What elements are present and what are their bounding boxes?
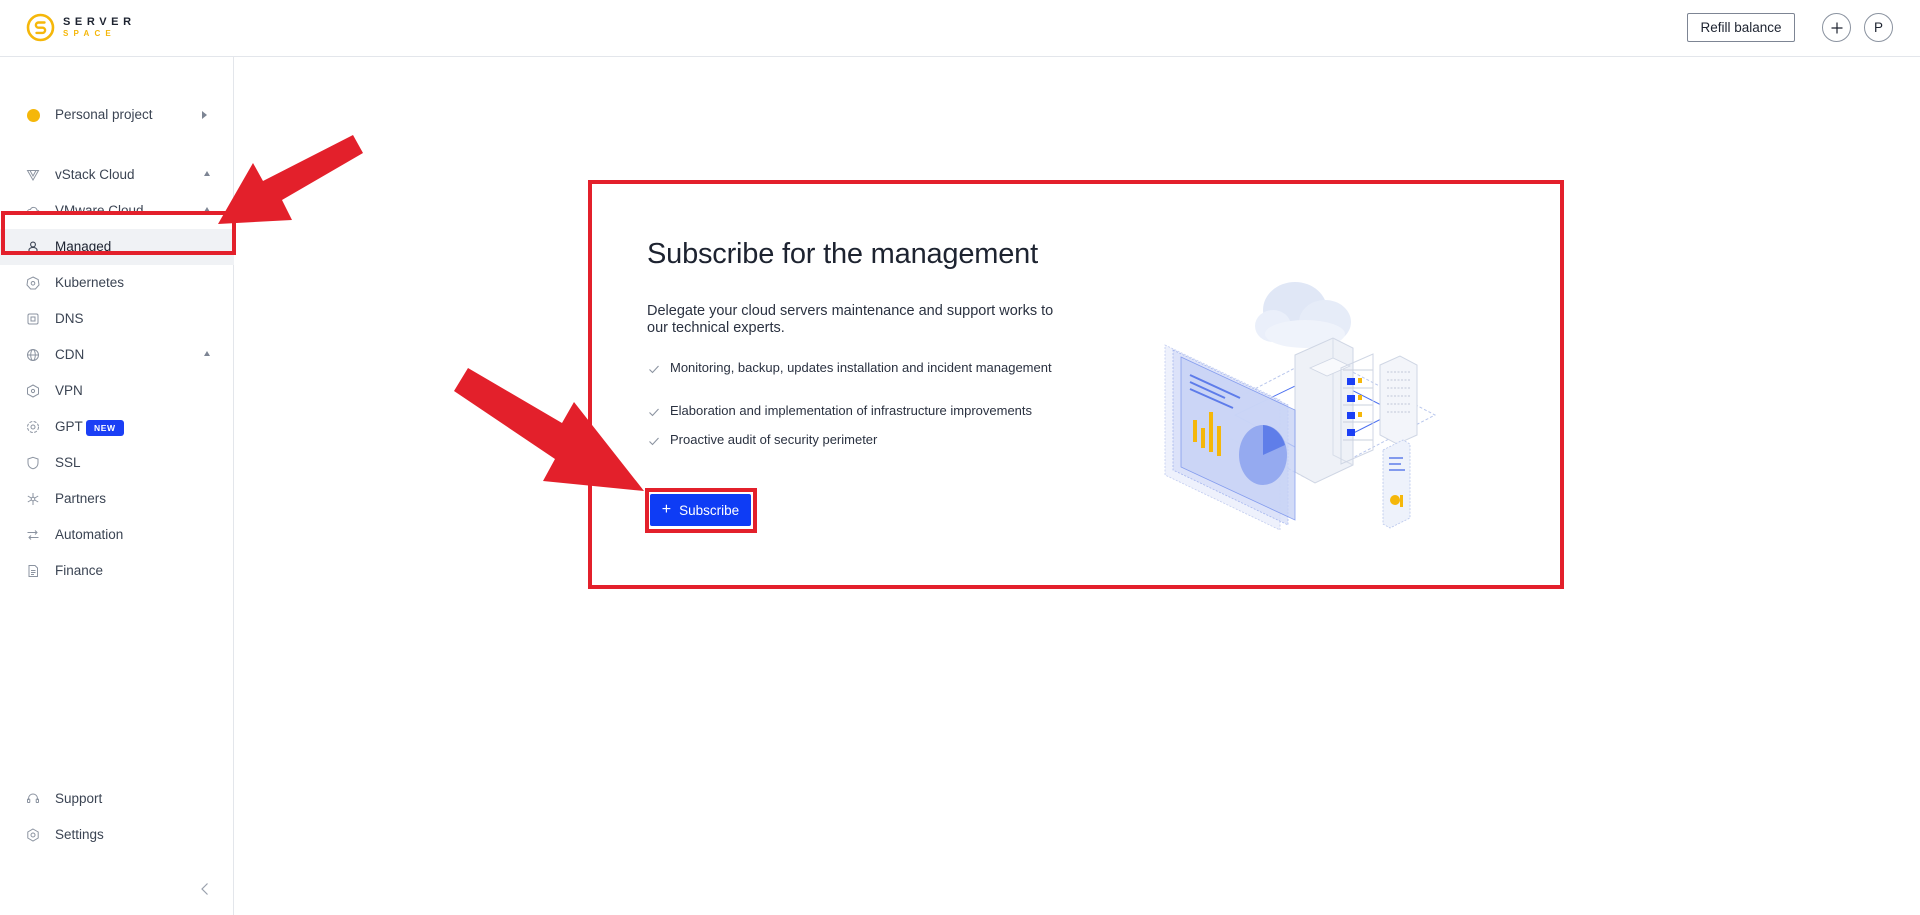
sidebar-item-label: DNS	[55, 311, 84, 326]
feature-item: Elaboration and implementation of infras…	[647, 403, 1067, 419]
vpn-icon	[26, 384, 40, 398]
kubernetes-icon	[26, 276, 40, 290]
sidebar-item-label: Kubernetes	[55, 275, 125, 290]
logo-text-server: SERVER	[63, 16, 136, 28]
settings-icon	[26, 828, 40, 842]
globe-icon	[26, 348, 40, 362]
server-illustration	[1164, 282, 1437, 530]
feature-text: Monitoring, backup, updates installation…	[670, 360, 1052, 375]
add-button[interactable]	[1822, 13, 1851, 42]
collapse-sidebar-icon[interactable]	[199, 882, 211, 896]
sidebar-item-vpn[interactable]: VPN	[0, 373, 234, 409]
sidebar-item-gpt[interactable]: GPT NEW	[0, 409, 234, 445]
sidebar: Personal project vStack Cloud VMware Clo…	[0, 57, 234, 915]
avatar[interactable]: P	[1864, 13, 1893, 42]
sidebar-item-cdn[interactable]: CDN	[0, 337, 234, 373]
sidebar-item-label: Settings	[55, 827, 104, 842]
gpt-icon	[26, 420, 40, 434]
sidebar-item-label: Finance	[55, 563, 104, 578]
sidebar-item-finance[interactable]: Finance	[0, 553, 234, 589]
partners-icon	[26, 492, 40, 506]
finance-icon	[26, 564, 40, 578]
sidebar-item-label: vStack Cloud	[55, 167, 135, 182]
sidebar-item-dns[interactable]: DNS	[0, 301, 234, 337]
project-label: Personal project	[55, 107, 153, 122]
annotation-arrow-subscribe	[454, 368, 644, 491]
refill-balance-button[interactable]: Refill balance	[1687, 13, 1795, 42]
sidebar-item-label: GPT	[55, 419, 83, 434]
sidebar-item-settings[interactable]: Settings	[0, 817, 234, 853]
support-icon	[26, 792, 40, 806]
feature-text: Elaboration and implementation of infras…	[670, 403, 1033, 418]
sidebar-item-kubernetes[interactable]: Kubernetes	[0, 265, 234, 301]
sidebar-item-automation[interactable]: Automation	[0, 517, 234, 553]
annotation-arrow-managed	[218, 135, 363, 224]
logo-mark-icon	[26, 13, 55, 42]
sidebar-item-label: Support	[55, 791, 103, 806]
feature-item: Monitoring, backup, updates installation…	[647, 360, 1067, 376]
logo-text-space: SPACE	[63, 29, 116, 38]
sidebar-item-ssl[interactable]: SSL	[0, 445, 234, 481]
vstack-icon	[26, 168, 40, 182]
serverspace-logo[interactable]: SERVER SPACE	[26, 13, 136, 42]
project-selector[interactable]: Personal project	[0, 97, 234, 133]
sidebar-item-label: VPN	[55, 383, 83, 398]
dashboard-panel	[1164, 344, 1296, 530]
sidebar-item-support[interactable]: Support	[0, 781, 234, 817]
shield-icon	[26, 456, 40, 470]
chevron-right-icon	[202, 111, 207, 119]
automation-icon	[26, 528, 40, 542]
dns-icon	[26, 312, 40, 326]
plus-icon	[1831, 22, 1842, 33]
feature-item: Proactive audit of security perimeter	[647, 432, 1067, 448]
card-description: Delegate your cloud servers maintenance …	[647, 303, 1054, 336]
new-badge: NEW	[86, 420, 124, 436]
page-title: Subscribe for the management	[647, 238, 1038, 270]
sidebar-item-label: Automation	[55, 527, 124, 542]
top-header: SERVER SPACE Refill balance P	[0, 0, 1920, 57]
sidebar-item-label: Partners	[55, 491, 107, 506]
cloud-shape	[1255, 282, 1351, 348]
sidebar-item-label: CDN	[55, 347, 85, 362]
sidebar-item-partners[interactable]: Partners	[0, 481, 234, 517]
project-dot-icon	[26, 108, 40, 122]
sidebar-item-label: SSL	[55, 455, 81, 470]
sidebar-item-vstack-cloud[interactable]: vStack Cloud	[0, 157, 234, 193]
